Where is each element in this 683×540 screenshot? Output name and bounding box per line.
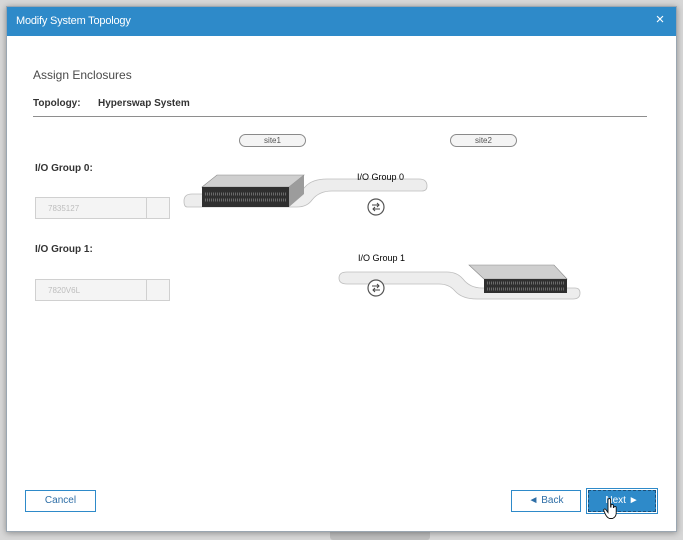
io-group-0-diagram-label: I/O Group 0 bbox=[357, 172, 404, 182]
swap-icon bbox=[367, 198, 385, 216]
next-button[interactable]: Next ► bbox=[586, 488, 658, 514]
modify-topology-dialog: Modify System Topology × Assign Enclosur… bbox=[6, 6, 677, 532]
storage-enclosure-icon bbox=[201, 174, 305, 207]
swap-icon bbox=[367, 279, 385, 297]
topology-diagram: I/O Group 0 I/O Group 1 bbox=[183, 172, 581, 300]
cancel-button[interactable]: Cancel bbox=[25, 490, 96, 512]
hand-pointer-icon bbox=[603, 498, 617, 519]
back-button[interactable]: ◄ Back bbox=[511, 490, 581, 512]
io-group-1-diagram-label: I/O Group 1 bbox=[358, 253, 405, 263]
